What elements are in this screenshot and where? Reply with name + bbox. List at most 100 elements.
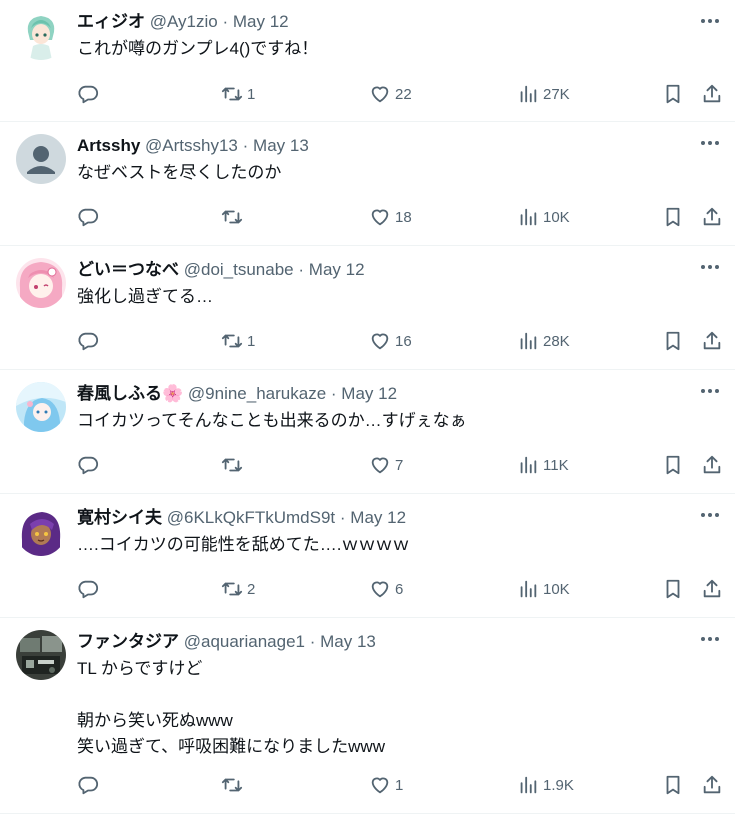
like-button[interactable]: 22 (369, 83, 412, 105)
bookmark-icon (666, 207, 680, 227)
tweet-text: TL からですけど 朝から笑い死ぬwww 笑い過ぎて、呼吸困難になりましたwww (77, 659, 385, 756)
share-button[interactable] (701, 454, 723, 476)
avatar[interactable] (16, 134, 66, 184)
tweet[interactable]: Artsshy @Artsshy13 · May 13 なぜベストを尽くしたのか… (0, 122, 735, 246)
retweet-button[interactable] (221, 206, 247, 228)
like-button[interactable]: 16 (369, 330, 412, 352)
share-icon (703, 455, 721, 474)
views-icon (520, 208, 537, 226)
retweet-icon (221, 210, 243, 224)
heart-icon (371, 333, 389, 350)
like-button[interactable]: 1 (369, 774, 403, 796)
user-handle[interactable]: @Ay1zio (150, 12, 218, 31)
tweet[interactable]: エィジオ @Ay1zio · May 12 これが噂のガンプレ4()ですね！ 1… (0, 0, 735, 122)
share-icon (703, 775, 721, 794)
more-icon[interactable] (699, 256, 721, 278)
user-handle[interactable]: @6KLkQkFTkUmdS9t (167, 508, 335, 527)
retweet-icon (221, 582, 243, 596)
views-button[interactable]: 28K (517, 330, 570, 352)
share-button[interactable] (701, 206, 723, 228)
avatar-image-icon (16, 258, 66, 308)
heart-icon (371, 581, 389, 598)
tweet[interactable]: どい＝つなべ @doi_tsunabe · May 12 強化し過ぎてる… 1 … (0, 246, 735, 370)
views-button[interactable]: 11K (517, 454, 569, 476)
retweet-button[interactable]: 1 (221, 330, 255, 352)
retweet-button[interactable]: 1 (221, 83, 255, 105)
display-name[interactable]: Artsshy (77, 136, 140, 155)
share-button[interactable] (701, 578, 723, 600)
like-button[interactable]: 6 (369, 578, 403, 600)
share-button[interactable] (701, 83, 723, 105)
tweet-header: Artsshy @Artsshy13 · May 13 (77, 134, 723, 158)
avatar[interactable] (16, 382, 66, 432)
tweet[interactable]: ファンタジア @aquarianage1 · May 13 TL からですけど … (0, 618, 735, 814)
tweet-text: なぜベストを尽くしたのか (77, 163, 282, 182)
heart-icon (371, 86, 389, 103)
display-name[interactable]: 寛村シイ夫 (77, 508, 162, 527)
bookmark-button[interactable] (662, 206, 684, 228)
display-name[interactable]: どい＝つなべ (77, 260, 179, 279)
like-button[interactable]: 7 (369, 454, 403, 476)
more-icon[interactable] (699, 132, 721, 154)
share-button[interactable] (701, 774, 723, 796)
reply-button[interactable] (77, 774, 99, 796)
tweet-date[interactable]: May 12 (309, 260, 365, 279)
avatar-image-icon (16, 506, 66, 556)
tweet-date[interactable]: May 13 (320, 632, 376, 651)
display-name[interactable]: 春風しふる🌸 (77, 384, 183, 403)
more-icon[interactable] (699, 504, 721, 526)
retweet-button[interactable]: 2 (221, 578, 255, 600)
user-handle[interactable]: @aquarianage1 (184, 632, 305, 651)
user-handle[interactable]: @doi_tsunabe (184, 260, 294, 279)
separator-dot: · (298, 260, 305, 279)
more-icon[interactable] (699, 10, 721, 32)
retweet-button[interactable] (221, 454, 247, 476)
display-name[interactable]: ファンタジア (77, 632, 179, 651)
avatar[interactable] (16, 258, 66, 308)
share-button[interactable] (701, 330, 723, 352)
reply-button[interactable] (77, 454, 99, 476)
avatar[interactable] (16, 10, 66, 60)
tweet-date[interactable]: May 13 (253, 136, 309, 155)
reply-button[interactable] (77, 206, 99, 228)
reply-icon (78, 85, 99, 104)
reply-icon (78, 776, 99, 795)
views-button[interactable]: 10K (517, 206, 570, 228)
share-icon (703, 207, 721, 226)
tweet-text: 強化し過ぎてる… (77, 287, 213, 306)
bookmark-icon (666, 84, 680, 104)
reply-button[interactable] (77, 83, 99, 105)
heart-icon (371, 777, 389, 794)
bookmark-button[interactable] (662, 774, 684, 796)
views-button[interactable]: 10K (517, 578, 570, 600)
reply-button[interactable] (77, 330, 99, 352)
display-name[interactable]: エィジオ (77, 12, 145, 31)
bookmark-button[interactable] (662, 454, 684, 476)
user-handle[interactable]: @9nine_harukaze (188, 384, 326, 403)
bookmark-button[interactable] (662, 83, 684, 105)
tweet-date[interactable]: May 12 (341, 384, 397, 403)
retweet-button[interactable] (221, 774, 247, 796)
tweet[interactable]: 春風しふる🌸 @9nine_harukaze · May 12 コイカツってそん… (0, 370, 735, 494)
more-icon[interactable] (699, 628, 721, 650)
user-handle[interactable]: @Artsshy13 (145, 136, 238, 155)
action-bar: 18 10K (77, 205, 725, 229)
tweet[interactable]: 寛村シイ夫 @6KLkQkFTkUmdS9t · May 12 ….コイカツの可… (0, 494, 735, 618)
view-count: 1.9K (543, 776, 574, 794)
more-icon[interactable] (699, 380, 721, 402)
like-button[interactable]: 18 (369, 206, 412, 228)
bookmark-icon (666, 455, 680, 475)
bookmark-button[interactable] (662, 578, 684, 600)
views-button[interactable]: 1.9K (517, 774, 574, 796)
avatar[interactable] (16, 506, 66, 556)
avatar[interactable] (16, 630, 66, 680)
views-icon (520, 580, 537, 598)
reply-button[interactable] (77, 578, 99, 600)
separator-dot: · (339, 508, 346, 527)
bookmark-button[interactable] (662, 330, 684, 352)
tweet-date[interactable]: May 12 (233, 12, 289, 31)
tweet-text: これが噂のガンプレ4()ですね！ (77, 39, 319, 58)
action-bar: 2 6 10K (77, 577, 725, 601)
views-button[interactable]: 27K (517, 83, 570, 105)
tweet-date[interactable]: May 12 (350, 508, 406, 527)
